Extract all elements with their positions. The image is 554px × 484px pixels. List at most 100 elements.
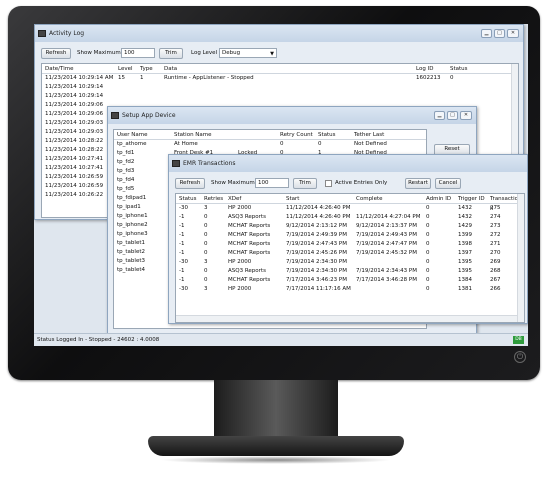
col-station-name[interactable]: Station Name	[174, 130, 212, 140]
vertical-scrollbar[interactable]	[517, 194, 524, 322]
table-row[interactable]: -1 0 ASQ3 Reports 11/12/2014 4:26:40 PM 11/1…	[176, 213, 524, 222]
table-row[interactable]: 11/23/2014 10:29:14	[42, 83, 518, 92]
table-cell: 268	[490, 268, 501, 274]
table-cell: Not Defined	[354, 141, 387, 147]
col-status[interactable]: Status	[450, 64, 468, 74]
table-row[interactable]: -30 3 HP 2000 7/17/2014 11:17:16 AM 0 1381 266	[176, 285, 524, 294]
col-trigger-id[interactable]: Trigger ID	[458, 194, 485, 204]
table-cell: 3	[204, 286, 208, 292]
table-cell: 0	[426, 250, 430, 256]
table-cell: 9/12/2014 2:13:12 PM	[286, 223, 347, 229]
app-icon	[38, 30, 46, 37]
table-cell: 11/12/2014 4:27:04 PM	[356, 214, 421, 220]
table-cell: -1	[179, 241, 185, 247]
table-cell: -1	[179, 232, 185, 238]
table-row[interactable]: -1 0 MCHAT Reports 7/19/2014 2:45:26 PM 7/19…	[176, 249, 524, 258]
table-cell: 0	[204, 250, 208, 256]
col-status[interactable]: Status	[179, 194, 197, 204]
emr-refresh-button[interactable]: Refresh	[175, 178, 205, 189]
emr-grid: Status Retries XDef Start Complete Admin…	[175, 193, 525, 323]
col-admin-id[interactable]: Admin ID	[426, 194, 451, 204]
table-cell: 0	[426, 286, 430, 292]
emr-trim-button[interactable]: Trim	[293, 178, 317, 189]
table-cell: 266	[490, 286, 501, 292]
close-icon[interactable]: ✕	[507, 29, 519, 38]
table-cell: 7/19/2014 2:34:30 PM	[286, 268, 347, 274]
table-row[interactable]: -1 0 MCHAT Reports 9/12/2014 2:13:12 PM 9/12…	[176, 222, 524, 231]
table-cell: 11/12/2014 4:26:40 PM	[286, 205, 351, 211]
col-retries[interactable]: Retries	[204, 194, 223, 204]
table-cell: Runtime - AppListener - Stopped	[164, 75, 254, 81]
table-row[interactable]: tp_athome At Home 0 0 Not Defined	[114, 140, 426, 149]
table-cell: 15	[118, 75, 125, 81]
table-cell: 3	[204, 205, 208, 211]
activity-log-title: Activity Log	[49, 30, 85, 37]
setup-device-title-bar[interactable]: Setup App Device ▁ □ ✕	[108, 107, 476, 124]
refresh-button[interactable]: Refresh	[41, 48, 71, 59]
table-cell: tp_fd2	[117, 159, 135, 165]
table-cell: 11/23/2014 10:29:03	[45, 120, 104, 126]
table-cell: -1	[179, 223, 185, 229]
table-row[interactable]: -1 0 ASQ3 Reports 7/19/2014 2:34:30 PM 7/19/…	[176, 267, 524, 276]
power-icon[interactable]: ⏻	[514, 351, 526, 363]
active-entries-label: Active Entries Only	[335, 180, 388, 186]
col-xdef[interactable]: XDef	[228, 194, 241, 204]
table-cell: tp_tablet4	[117, 267, 145, 273]
log-level-select[interactable]: Debug ▼	[219, 48, 277, 58]
restart-button[interactable]: Restart	[405, 178, 431, 189]
monitor-bezel: Activity Log ▁ □ ✕ Refresh Show Maximum …	[8, 6, 540, 380]
trim-button[interactable]: Trim	[159, 48, 183, 59]
col-start[interactable]: Start	[286, 194, 299, 204]
table-cell: 7/19/2014 2:49:43 PM	[356, 232, 417, 238]
table-cell: 267	[490, 277, 501, 283]
table-row[interactable]: 11/23/2014 10:29:14	[42, 92, 518, 101]
maximize-icon[interactable]: □	[494, 29, 505, 38]
col-data[interactable]: Data	[164, 64, 177, 74]
table-cell: tp_tablet2	[117, 249, 145, 255]
table-cell: MCHAT Reports	[228, 241, 271, 247]
table-cell: 272	[490, 232, 501, 238]
table-row[interactable]: -1 0 MCHAT Reports 7/17/2014 3:46:23 PM 7/17…	[176, 276, 524, 285]
col-level[interactable]: Level	[118, 64, 133, 74]
minimize-icon[interactable]: ▁	[434, 111, 445, 120]
col-status[interactable]: Status	[318, 130, 336, 140]
emr-title-bar[interactable]: EMR Transactions	[169, 155, 527, 172]
table-row[interactable]: -1 0 MCHAT Reports 7/19/2014 2:47:43 PM 7/19…	[176, 240, 524, 249]
col-type[interactable]: Type	[140, 64, 153, 74]
active-entries-checkbox[interactable]	[325, 180, 332, 187]
table-row[interactable]: 11/23/2014 10:29:14 AM 15 1 Runtime - AppLi…	[42, 74, 518, 83]
maximize-icon[interactable]: □	[447, 111, 458, 120]
table-cell: 0	[426, 214, 430, 220]
table-cell: 0	[204, 223, 208, 229]
setup-device-title: Setup App Device	[122, 112, 176, 119]
col-user-name[interactable]: User Name	[117, 130, 148, 140]
col-retry-count[interactable]: Retry Count	[280, 130, 313, 140]
col-date-time[interactable]: Date/Time	[45, 64, 73, 74]
table-cell: 0	[426, 277, 430, 283]
cancel-button[interactable]: Cancel	[435, 178, 461, 189]
table-cell: 11/12/2014 4:26:40 PM	[286, 214, 351, 220]
horizontal-scrollbar[interactable]	[176, 315, 517, 322]
table-cell: 11/23/2014 10:28:22	[45, 138, 104, 144]
table-cell: tp_tablet3	[117, 258, 145, 264]
table-cell: -1	[179, 268, 185, 274]
emr-header: Status Retries XDef Start Complete Admin…	[176, 194, 524, 212]
chevron-down-icon: ▼	[270, 51, 274, 57]
show-maximum-input[interactable]: 100	[121, 48, 155, 58]
table-row[interactable]: -30 3 HP 2000 7/19/2014 2:34:30 PM 0 1395 269	[176, 258, 524, 267]
close-icon[interactable]: ✕	[460, 111, 472, 120]
table-cell: -1	[179, 277, 185, 283]
col-log-id[interactable]: Log ID	[416, 64, 433, 74]
activity-log-title-bar[interactable]: Activity Log ▁ □ ✕	[35, 25, 523, 42]
table-row[interactable]: -1 0 MCHAT Reports 7/19/2014 2:49:39 PM 7/19…	[176, 231, 524, 240]
col-tether-last[interactable]: Tether Last	[354, 130, 384, 140]
table-row[interactable]: -30 3 HP 2000 11/12/2014 4:26:40 PM 0 1432 275	[176, 204, 524, 213]
status-text: Status Logged In - Stopped - 24602 : 4.0…	[37, 337, 160, 343]
col-complete[interactable]: Complete	[356, 194, 383, 204]
table-cell: 0	[426, 223, 430, 229]
table-cell: -30	[179, 286, 188, 292]
minimize-icon[interactable]: ▁	[481, 29, 492, 38]
app-icon	[111, 112, 119, 119]
emr-show-maximum-input[interactable]: 100	[255, 178, 289, 188]
table-cell: tp_fd3	[117, 168, 135, 174]
